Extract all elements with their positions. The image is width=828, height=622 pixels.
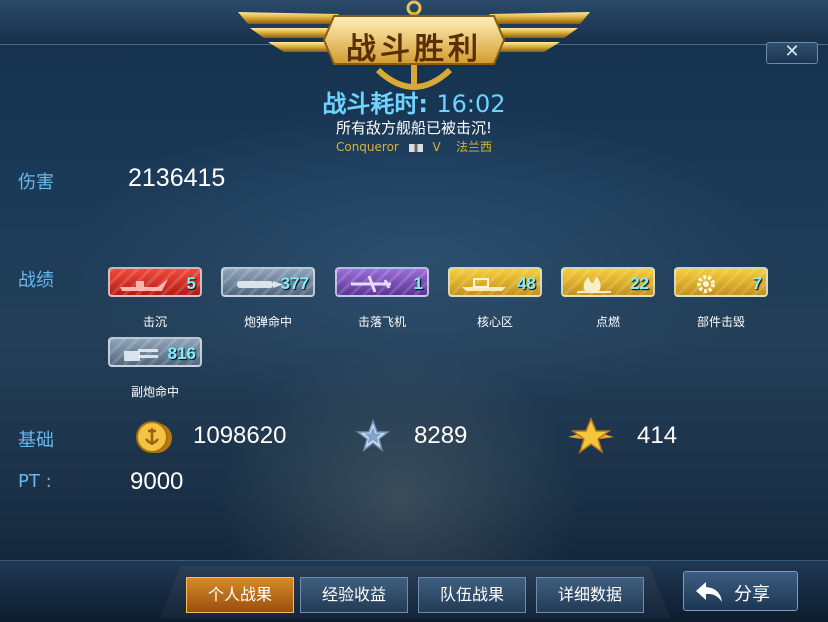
module-destroyed-icon (697, 275, 715, 293)
shell-hit-icon (237, 281, 283, 288)
badge-count: 377 (280, 274, 309, 293)
badge-label: 炮弹命中 (243, 315, 292, 329)
badge-count: 7 (752, 274, 762, 293)
record-label: 战绩 (18, 270, 54, 291)
duration-label: 战斗耗时: (322, 90, 429, 118)
badge-count: 22 (630, 274, 649, 293)
badge-fires[interactable]: 22 (561, 267, 655, 297)
damage-label: 伤害 (18, 172, 54, 193)
tab-personal-results[interactable]: 个人战果 (186, 577, 294, 613)
damage-value: 2136415 (128, 164, 226, 192)
badge-label: 击沉 (142, 315, 167, 329)
battle-result-text: 所有敌方舰船已被击沉! (335, 119, 492, 137)
ship-info: Conqueror V 法兰西 (0, 138, 828, 155)
coins-value: 1098620 (193, 422, 287, 449)
banner-title: 战斗胜利 (346, 32, 482, 67)
share-label: 分享 (734, 584, 770, 605)
basic-label: 基础 (18, 430, 54, 451)
coin-icon (136, 421, 172, 453)
free-xp-star-icon (568, 417, 614, 454)
badge-label: 副炮命中 (130, 385, 179, 399)
duration-value: 16:02 (436, 90, 506, 118)
close-button[interactable]: ✕ (766, 42, 818, 64)
badge-label: 点燃 (595, 315, 620, 329)
sunk-ship-icon (120, 279, 168, 291)
badge-count: 1 (413, 274, 423, 293)
badge-secondary[interactable]: 816 (108, 337, 202, 367)
badge-count: 816 (167, 344, 196, 363)
ship-nation: 法兰西 (456, 140, 493, 154)
badge-label: 部件击毁 (696, 315, 745, 329)
badge-label: 击落飞机 (357, 315, 406, 329)
tab-detailed-data[interactable]: 详细数据 (536, 577, 644, 613)
free-xp-value: 414 (637, 422, 678, 449)
plane-shot-down-icon (351, 275, 391, 293)
badge-shell-hits[interactable]: 377 (221, 267, 315, 297)
badge-count: 5 (186, 274, 196, 293)
pt-label: PT : (18, 471, 52, 492)
battle-duration: 战斗耗时: 16:02 (0, 84, 828, 119)
xp-value: 8289 (414, 422, 468, 449)
xp-star-icon (356, 419, 390, 452)
fire-icon (577, 277, 611, 293)
badge-sunk[interactable]: 5 (108, 267, 202, 297)
badge-citadel[interactable]: 48 (448, 267, 542, 297)
badge-modules[interactable]: 7 (674, 267, 768, 297)
ship-tier: V (432, 140, 441, 154)
badge-count: 48 (517, 274, 536, 293)
citadel-icon (462, 278, 506, 291)
share-button[interactable]: 分享 (683, 571, 798, 611)
badge-planes[interactable]: 1 (335, 267, 429, 297)
badge-label: 核心区 (476, 315, 513, 329)
share-arrow-icon (696, 582, 722, 602)
pt-value: 9000 (130, 468, 184, 495)
ship-name: Conqueror (335, 140, 399, 154)
nation-flag-icon (408, 143, 423, 152)
secondary-battery-icon (124, 349, 158, 361)
tab-team-results[interactable]: 队伍战果 (418, 577, 526, 613)
tab-experience[interactable]: 经验收益 (300, 577, 408, 613)
